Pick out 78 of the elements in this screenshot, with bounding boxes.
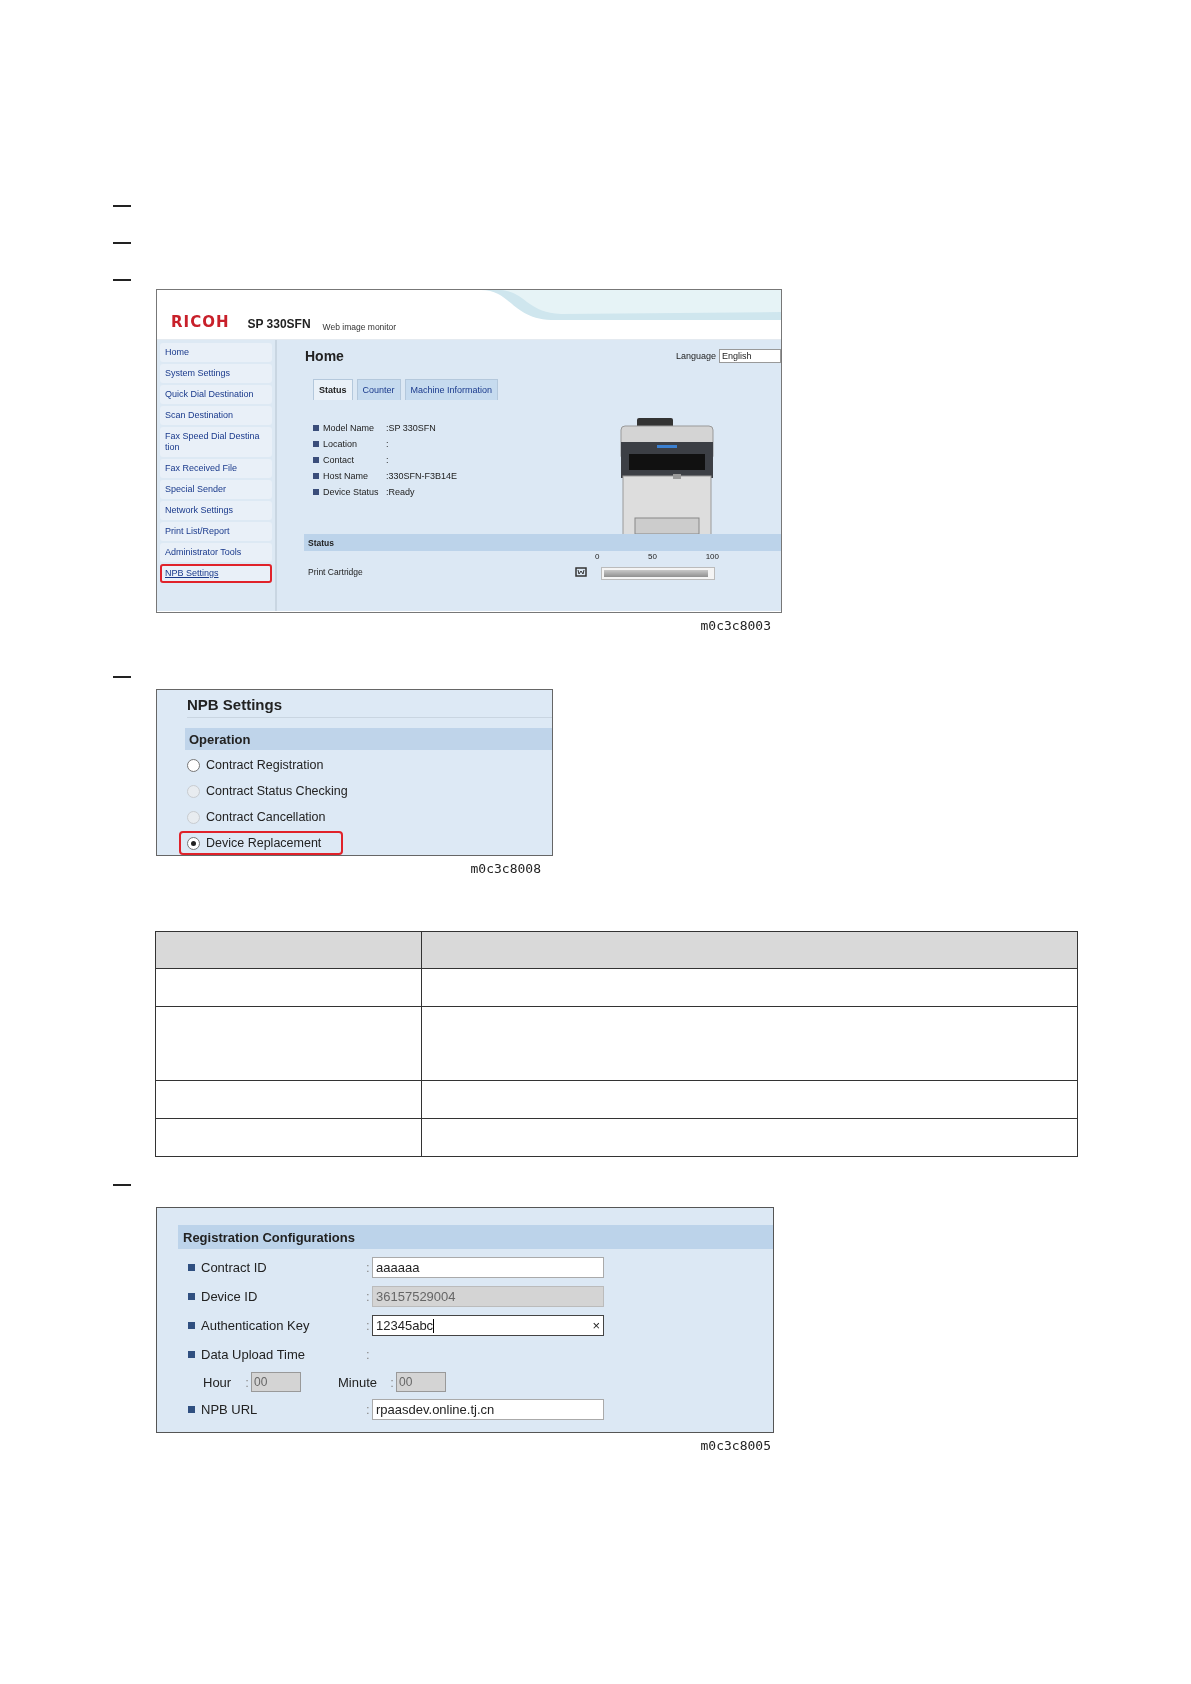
info-label: Host Name [323, 470, 369, 482]
brand-logo: RICOH [171, 313, 230, 331]
input-field[interactable]: aaaaaa [372, 1257, 604, 1278]
sidebar-link[interactable]: Fax Received File [160, 459, 272, 478]
bullet-icon [188, 1351, 195, 1358]
field-label: Contract ID [201, 1260, 268, 1275]
separator-colon: : [389, 1374, 395, 1390]
separator-colon: : [366, 1289, 371, 1304]
separator-colon: : [244, 1374, 250, 1390]
section-header: Operation [185, 728, 552, 750]
field-label: Minute [338, 1374, 379, 1390]
step-dash [113, 241, 131, 244]
tab[interactable]: Status [313, 379, 353, 400]
scale-label: 100 [705, 552, 719, 561]
sidebar-link[interactable]: Print List/Report [160, 522, 272, 541]
radio-button[interactable] [187, 758, 200, 772]
section-header: Status [304, 534, 781, 551]
field-label: NPB URL [201, 1402, 259, 1417]
bullet-icon [313, 425, 319, 431]
separator-colon: : [366, 1347, 371, 1362]
separator-colon: : [366, 1260, 371, 1275]
radio-option[interactable]: Device Replacement [179, 831, 344, 855]
bullet-icon [313, 489, 319, 495]
panel-title: NPB Settings [187, 696, 552, 718]
tab[interactable]: Machine Information [404, 379, 499, 400]
separator-colon: : [366, 1318, 371, 1333]
info-label: Model Name [323, 422, 376, 434]
bullet-icon [188, 1406, 195, 1413]
radio-button[interactable] [187, 836, 200, 850]
info-label: Location [323, 438, 359, 450]
sidebar-link[interactable]: Fax Speed Dial Destina tion [160, 427, 272, 457]
input-field[interactable]: 12345abc × [372, 1315, 604, 1336]
scale-label: 50 [648, 552, 657, 561]
bullet-icon [188, 1264, 195, 1271]
figure-caption: m0c3c8008 [469, 861, 541, 876]
page-title: Home [305, 348, 344, 364]
field-label: Hour [203, 1374, 233, 1390]
app-subtitle: Web image monitor [322, 322, 397, 332]
section-header: Registration Configurations [178, 1225, 773, 1249]
cartridge-label: Print Cartridge [308, 567, 363, 577]
bullet-icon [313, 457, 319, 463]
language-select[interactable]: English [719, 349, 781, 363]
info-value: : [386, 454, 389, 466]
toner-icon [575, 567, 587, 577]
sidebar-link[interactable]: System Settings [160, 364, 272, 383]
figure-caption: m0c3c8003 [699, 618, 771, 633]
info-value: :SP 330SFN [386, 422, 436, 434]
bullet-icon [188, 1293, 195, 1300]
tab[interactable]: Counter [356, 379, 401, 400]
sidebar-link[interactable]: Scan Destination [160, 406, 272, 425]
field-label: Device ID [201, 1289, 259, 1304]
radio-option[interactable]: Contract Registration [179, 753, 346, 777]
info-label: Contact [323, 454, 356, 466]
sidebar-link[interactable]: Home [160, 343, 272, 362]
step-dash [113, 675, 131, 678]
sidebar-link[interactable]: NPB Settings [160, 564, 272, 583]
info-value: : [386, 438, 389, 450]
figure-caption: m0c3c8005 [699, 1438, 771, 1453]
separator-colon: : [366, 1402, 371, 1417]
field-label: Authentication Key [201, 1318, 311, 1333]
language-label: Language [675, 351, 716, 361]
bullet-icon [188, 1322, 195, 1329]
input-field[interactable]: rpaasdev.online.tj.cn [372, 1399, 604, 1420]
step-dash [113, 204, 131, 207]
bullet-icon [313, 473, 319, 479]
sidebar-link[interactable]: Quick Dial Destination [160, 385, 272, 404]
info-value: :Ready [386, 486, 415, 498]
model-name: SP 330SFN [247, 317, 311, 331]
step-dash [113, 1183, 131, 1186]
sidebar-link[interactable]: Special Sender [160, 480, 272, 499]
sidebar-link[interactable]: Administrator Tools [160, 543, 272, 562]
sidebar-link[interactable]: Network Settings [160, 501, 272, 520]
info-label: Device Status [323, 486, 380, 498]
step-dash [113, 278, 131, 281]
bullet-icon [313, 441, 319, 447]
info-value: :330SFN-F3B14E [386, 470, 458, 482]
field-label: Data Upload Time [201, 1347, 307, 1362]
scale-label: 0 [595, 552, 600, 561]
